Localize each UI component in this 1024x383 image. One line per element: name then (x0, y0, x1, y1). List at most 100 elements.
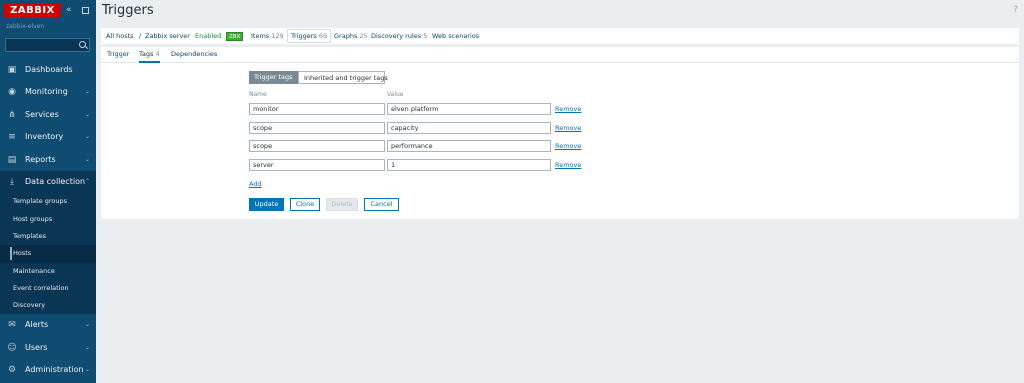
chevron-down-icon: ⌄ (84, 133, 90, 141)
nav-graphs[interactable]: Graphs 25 (334, 28, 368, 44)
submenu-item-templates[interactable]: Templates (0, 228, 96, 245)
mail-icon: ✉ (8, 320, 16, 331)
menu-item-users[interactable]: ☺ Users ⌄ (0, 337, 96, 359)
nav-items[interactable]: Items 129 (251, 28, 284, 44)
name-column-header: Name (249, 91, 267, 98)
tag-name-field[interactable]: scope (249, 122, 385, 134)
tab-dependencies[interactable]: Dependencies (171, 47, 217, 63)
data-collection-submenu: Template groups Host groups Templates Ho… (0, 193, 96, 315)
remove-tag-link[interactable]: Remove (555, 142, 581, 150)
nav-graphs-label: Graphs (334, 32, 358, 40)
tag-name-field[interactable]: scope (249, 140, 385, 152)
nav-graphs-count: 25 (359, 32, 368, 40)
trigger-tags-toggle[interactable]: Trigger tags (249, 71, 298, 84)
clone-button[interactable]: Clone (290, 198, 320, 211)
menu-item-monitoring[interactable]: ◉ Monitoring ⌄ (0, 81, 96, 103)
nav-items-count: 129 (271, 32, 284, 40)
search-icon[interactable] (79, 41, 86, 48)
help-icon[interactable]: ? (1013, 5, 1018, 15)
submenu-item-maintenance[interactable]: Maintenance (0, 263, 96, 280)
nav-discovery-rules[interactable]: Discovery rules 5 (371, 28, 427, 44)
nav-web-scenarios[interactable]: Web scenarios (432, 28, 479, 44)
zabbix-logo[interactable]: ZABBIX (4, 4, 61, 18)
main-menu: ▣ Dashboards ◉ Monitoring ⌄ ⋔ Services ⌄… (0, 59, 96, 382)
tag-value-field[interactable]: performance (387, 140, 551, 152)
remove-tag-link[interactable]: Remove (555, 124, 581, 132)
sidebar: ZABBIX « zabbix-elven ▣ Dashboards ◉ Mon… (0, 0, 96, 383)
menu-item-reports[interactable]: ▤ Reports ⌄ (0, 149, 96, 171)
gear-icon: ⚙ (7, 365, 17, 376)
chevron-up-icon: ⌃ (84, 177, 90, 185)
inherited-tags-toggle[interactable]: Inherited and trigger tags (298, 71, 388, 84)
main-content: Triggers ? All hosts / Zabbix server Ena… (96, 0, 1024, 383)
submenu-item-discovery[interactable]: Discovery (0, 297, 96, 314)
menu-item-label: Users (25, 342, 48, 352)
form-tabs: Trigger Tags 4 Dependencies (101, 47, 1019, 63)
page-header: Triggers ? (96, 0, 1024, 24)
tag-value-field[interactable]: capacity (387, 122, 551, 134)
remove-tag-link[interactable]: Remove (555, 161, 581, 169)
value-column-header: Value (387, 91, 404, 98)
menu-item-label: Dashboards (25, 65, 73, 74)
breadcrumb-host[interactable]: Zabbix server (145, 28, 190, 44)
chevron-down-icon: ⌄ (84, 88, 90, 96)
menu-item-label: Monitoring (25, 87, 68, 97)
menu-item-services[interactable]: ⋔ Services ⌄ (0, 104, 96, 126)
cancel-button[interactable]: Cancel (364, 198, 399, 211)
download-icon: ⤓ (10, 176, 14, 187)
menu-item-dashboards[interactable]: ▣ Dashboards (0, 59, 96, 81)
tab-tags-count: 4 (155, 50, 160, 58)
nav-triggers-label: Triggers (291, 32, 317, 40)
server-name: zabbix-elven (6, 23, 45, 30)
collapse-sidebar-icon[interactable]: « (66, 5, 72, 16)
tab-trigger[interactable]: Trigger (107, 47, 129, 63)
breadcrumb-separator: / (139, 32, 142, 40)
update-button[interactable]: Update (249, 198, 284, 211)
chevron-down-icon: ⌄ (84, 155, 90, 163)
menu-item-label: Data collection (25, 176, 86, 186)
trigger-form: Trigger Tags 4 Dependencies Trigger tags… (101, 47, 1019, 219)
tag-value-field[interactable]: 1 (387, 159, 551, 171)
nav-items-label: Items (251, 32, 270, 40)
page-title: Triggers (102, 3, 154, 18)
breadcrumb-all-hosts[interactable]: All hosts (106, 28, 134, 44)
list-icon: ≡ (8, 132, 16, 143)
menu-item-inventory[interactable]: ≡ Inventory ⌄ (0, 126, 96, 148)
submenu-item-hosts[interactable]: Hosts (0, 245, 96, 263)
dashboard-icon: ▣ (7, 65, 17, 75)
tag-name-field[interactable]: server (249, 159, 385, 171)
submenu-item-host-groups[interactable]: Host groups (0, 211, 96, 228)
host-status-enabled[interactable]: Enabled (195, 28, 221, 44)
tag-value-field[interactable]: elven platform (387, 103, 551, 115)
menu-item-label: Alerts (25, 320, 49, 330)
menu-item-label: Inventory (25, 132, 64, 142)
menu-item-administration[interactable]: ⚙ Administration ⌄ (0, 359, 96, 381)
nav-triggers[interactable]: Triggers 69 (287, 29, 332, 43)
remove-tag-link[interactable]: Remove (555, 105, 581, 113)
zbx-availability-badge: ZBX (226, 32, 244, 41)
services-icon: ⋔ (8, 109, 16, 120)
submenu-item-template-groups[interactable]: Template groups (0, 193, 96, 210)
eye-icon: ◉ (8, 87, 16, 98)
logo-row: ZABBIX « (4, 4, 94, 18)
users-icon: ☺ (7, 342, 17, 353)
menu-item-label: Reports (25, 154, 56, 164)
tab-tags[interactable]: Tags 4 (139, 47, 160, 63)
chevron-down-icon: ⌄ (84, 321, 90, 329)
report-icon: ▤ (7, 154, 17, 165)
search-input[interactable] (5, 38, 90, 52)
chevron-down-icon: ⌄ (84, 366, 90, 374)
nav-discovery-count: 5 (423, 32, 428, 40)
menu-item-data-collection[interactable]: ⤓ Data collection ⌃ (0, 170, 96, 194)
add-tag-link[interactable]: Add (249, 180, 262, 188)
host-navigation: All hosts / Zabbix server Enabled ZBX It… (101, 28, 1019, 44)
menu-item-label: Administration (25, 365, 84, 375)
submenu-item-event-correlation[interactable]: Event correlation (0, 280, 96, 297)
nav-discovery-label: Discovery rules (371, 32, 422, 40)
chevron-down-icon: ⌄ (84, 343, 90, 351)
delete-button[interactable]: Delete (326, 198, 358, 211)
menu-item-alerts[interactable]: ✉ Alerts ⌄ (0, 314, 96, 336)
kiosk-mode-icon[interactable] (82, 7, 89, 14)
chevron-down-icon: ⌄ (84, 110, 90, 118)
tag-name-field[interactable]: monitor (249, 103, 385, 115)
